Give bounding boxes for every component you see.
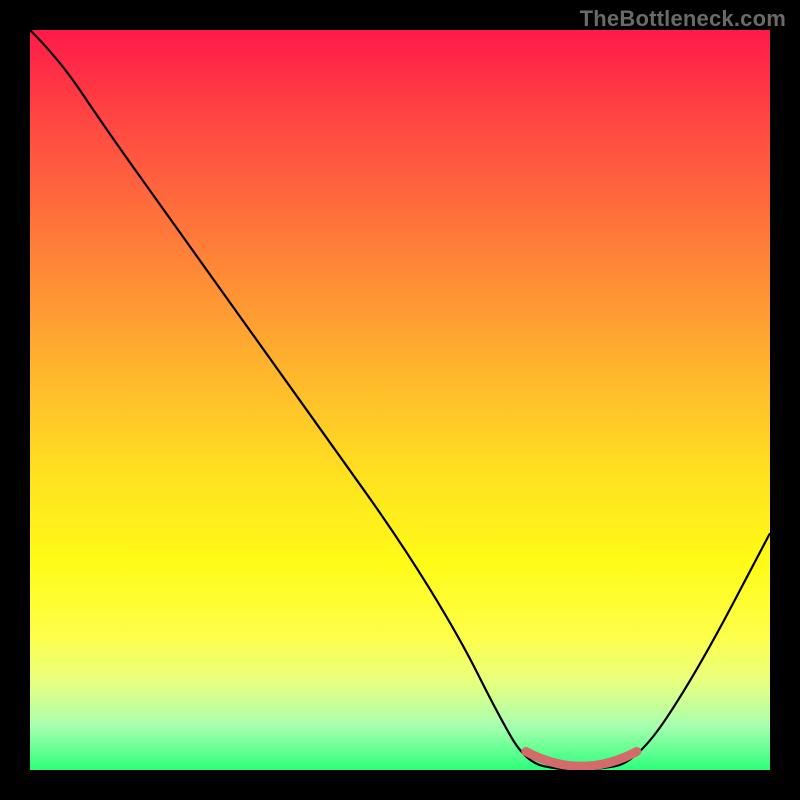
curve-path bbox=[30, 30, 770, 770]
bottleneck-curve bbox=[30, 30, 770, 770]
plot-area bbox=[30, 30, 770, 770]
watermark-text: TheBottleneck.com bbox=[580, 6, 786, 32]
chart-frame: TheBottleneck.com bbox=[0, 0, 800, 800]
